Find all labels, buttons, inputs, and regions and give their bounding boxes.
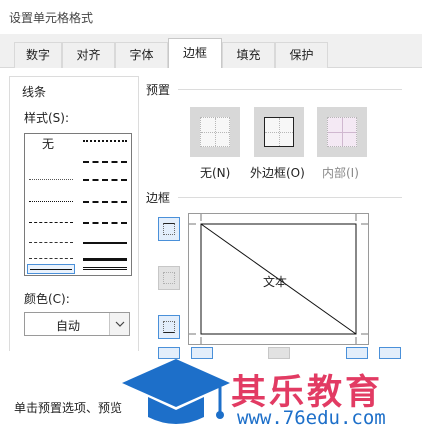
tab-font[interactable]: 字体 xyxy=(115,42,168,68)
line-style-medium-dashdot[interactable] xyxy=(83,201,127,203)
graduation-cap-icon xyxy=(122,359,230,424)
border-right-button[interactable] xyxy=(346,347,368,359)
border-inside-horizontal-icon xyxy=(163,272,175,284)
color-dropdown[interactable]: 自动 xyxy=(24,312,130,336)
preset-inside-label: 内部(I) xyxy=(322,166,359,180)
line-style-double[interactable] xyxy=(83,267,127,270)
preset-none-label: 无(N) xyxy=(200,166,231,180)
line-style-dotted[interactable] xyxy=(29,201,73,202)
preview-text: 文本 xyxy=(263,275,288,289)
style-label: 样式(S): xyxy=(24,109,70,126)
color-label: 颜色(C): xyxy=(24,290,70,307)
border-bottom-icon xyxy=(163,321,175,333)
border-top-button[interactable] xyxy=(158,217,180,241)
preset-outline-icon xyxy=(264,117,294,147)
preset-inside-button[interactable] xyxy=(317,107,367,157)
line-group-border-top xyxy=(9,76,139,77)
border-inside-horizontal-button[interactable] xyxy=(158,266,180,290)
tab-strip: 数字 对齐 字体 边框 填充 保护 xyxy=(0,34,422,69)
line-style-list[interactable]: 无 xyxy=(24,133,132,276)
tab-border[interactable]: 边框 xyxy=(168,38,222,69)
border-separator xyxy=(178,197,402,198)
watermark-url: www.76edu.com xyxy=(237,407,386,429)
tab-alignment[interactable]: 对齐 xyxy=(62,42,115,68)
preset-none-icon xyxy=(200,117,230,147)
line-style-medium-dashdotdot[interactable] xyxy=(83,179,127,181)
line-style-medium-dashed[interactable] xyxy=(83,222,127,224)
border-top-icon xyxy=(163,223,175,235)
border-inside-vertical-button[interactable] xyxy=(268,347,290,359)
line-style-dashed[interactable] xyxy=(29,258,73,259)
line-style-thin-selected[interactable] xyxy=(27,264,75,274)
line-style-slant-dash[interactable] xyxy=(83,161,127,163)
line-style-thick-dotted[interactable] xyxy=(83,140,127,142)
tab-protection[interactable]: 保护 xyxy=(275,42,328,68)
chevron-down-icon[interactable] xyxy=(109,313,129,335)
presets-separator xyxy=(178,89,402,90)
line-style-none[interactable]: 无 xyxy=(42,135,54,152)
line-style-hair[interactable] xyxy=(29,179,73,180)
line-style-dashdotdot[interactable] xyxy=(29,222,73,223)
line-group-label: 线条 xyxy=(22,83,47,100)
tab-number[interactable]: 数字 xyxy=(14,42,62,68)
line-style-thick[interactable] xyxy=(83,258,127,261)
border-bottom-button[interactable] xyxy=(158,315,180,339)
preset-inside-icon xyxy=(327,117,357,147)
line-style-dashdot[interactable] xyxy=(29,242,73,243)
line-style-medium[interactable] xyxy=(83,242,127,244)
preset-outline-label: 外边框(O) xyxy=(250,166,305,180)
title-bar: 设置单元格格式 xyxy=(0,0,422,34)
window-title: 设置单元格格式 xyxy=(9,11,94,25)
presets-group-label: 预置 xyxy=(146,81,171,98)
line-group-border-right xyxy=(138,76,139,351)
border-group-label: 边框 xyxy=(146,189,171,206)
tab-fill[interactable]: 填充 xyxy=(222,42,275,68)
preset-none-button[interactable] xyxy=(190,107,240,157)
footer-hint: 单击预置选项、预览 xyxy=(14,401,123,415)
color-value: 自动 xyxy=(55,319,80,333)
border-diagonal-down-button[interactable] xyxy=(379,347,401,359)
preset-outline-button[interactable] xyxy=(254,107,304,157)
line-group-border-left xyxy=(9,76,10,351)
